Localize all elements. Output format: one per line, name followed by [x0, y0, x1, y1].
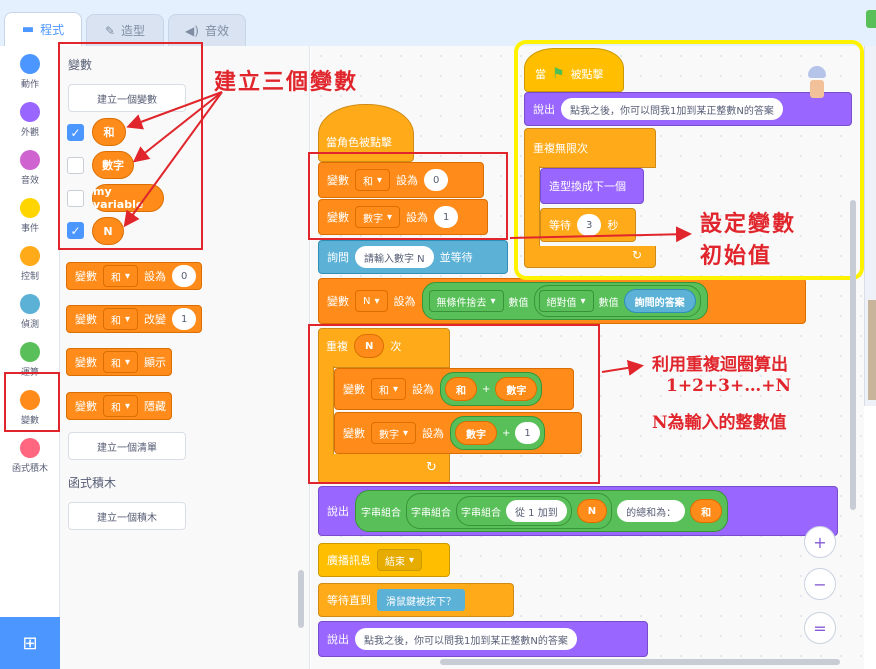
arrow-to-n	[123, 91, 223, 228]
annotation-create-vars: 建立三個變數	[214, 69, 359, 95]
annotation-arrows	[123, 91, 692, 376]
arrow-to-sum	[126, 91, 223, 130]
annotation-init-line1: 設定變數	[700, 211, 797, 237]
arrow-loop	[601, 359, 644, 376]
arrow-init	[509, 226, 692, 243]
annotation-loop-line2: 1+2+3+…+N	[666, 376, 792, 396]
annotation-loop-line3: N為輸入的整數值	[652, 413, 787, 433]
annotation-init-line2: 初始值	[700, 243, 773, 269]
annotation-loop-line1: 利用重複迴圈算出	[652, 355, 788, 375]
